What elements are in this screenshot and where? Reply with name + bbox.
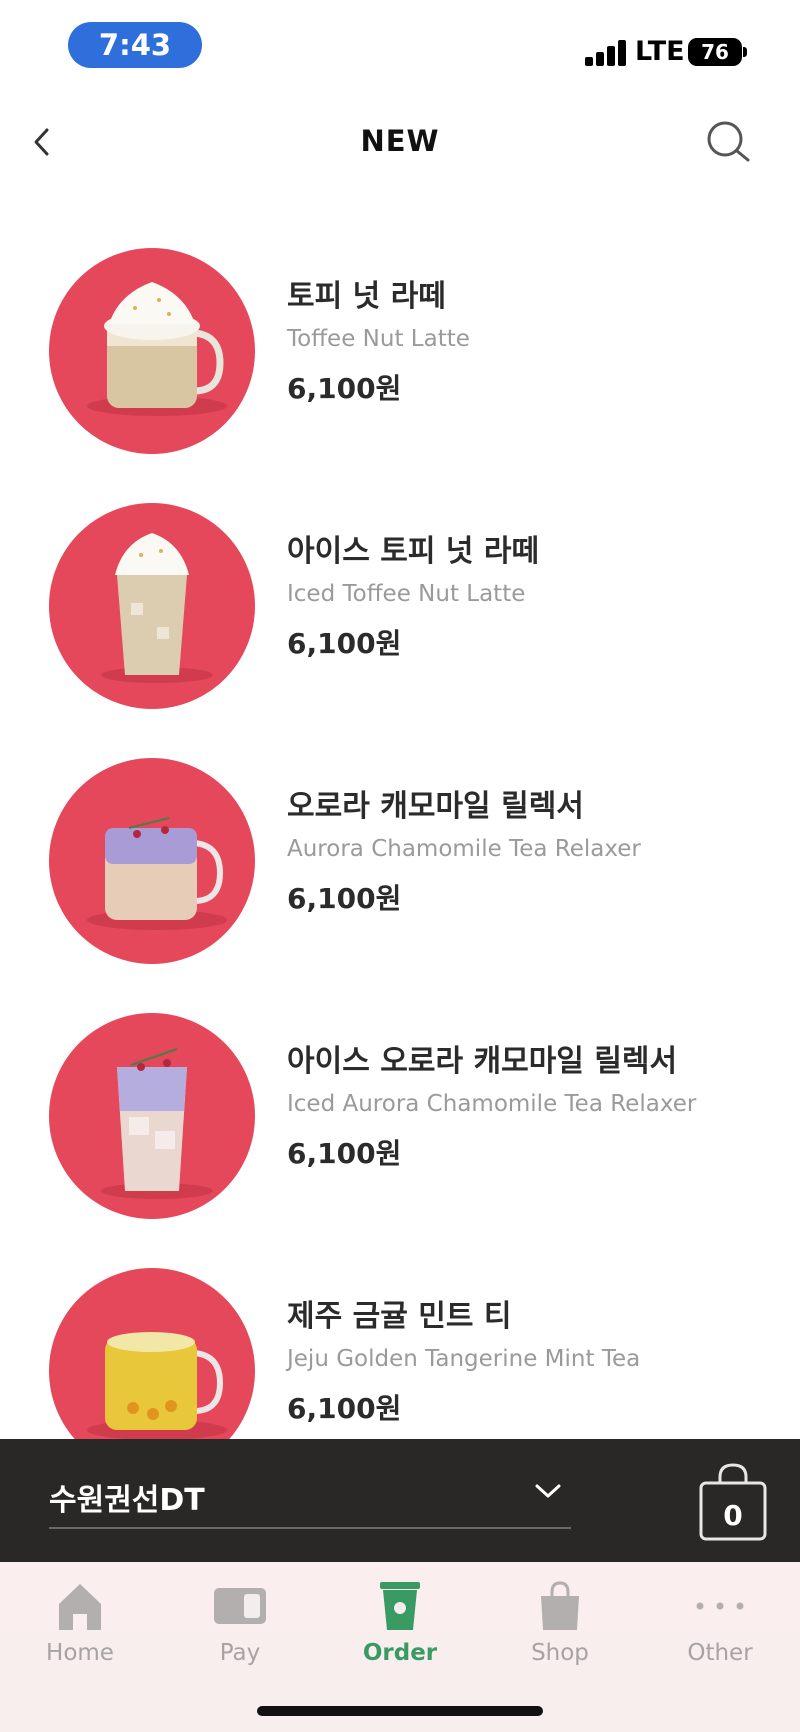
product-image: [49, 758, 255, 964]
cart-button[interactable]: 0: [698, 1463, 768, 1543]
product-name-en: Aurora Chamomile Tea Relaxer: [287, 836, 641, 862]
product-price: 6,100원: [287, 372, 402, 405]
network-type: LTE: [635, 36, 685, 67]
tab-label: Other: [687, 1640, 753, 1666]
product-price: 6,100원: [287, 1392, 402, 1425]
store-selector[interactable]: 수원권선DT: [49, 1439, 571, 1529]
product-image: [49, 248, 255, 454]
status-time: 7:43: [68, 22, 202, 68]
product-image: [49, 1013, 255, 1219]
tab-label: Home: [46, 1640, 114, 1666]
search-button[interactable]: [700, 114, 756, 170]
tab-other[interactable]: Other: [660, 1580, 780, 1690]
chevron-down-icon: [535, 1484, 561, 1498]
menu-list: 토피 넛 라떼 Toffee Nut Latte 6,100원 아이스 토피 넛…: [0, 248, 800, 1440]
nav-bar: NEW: [0, 96, 800, 188]
product-name-en: Jeju Golden Tangerine Mint Tea: [287, 1346, 641, 1372]
product-price: 6,100원: [287, 1137, 402, 1170]
product-name-ko: 아이스 토피 넛 라떼: [287, 534, 540, 569]
tab-label: Shop: [531, 1640, 589, 1666]
menu-item[interactable]: 아이스 토피 넛 라떼 Iced Toffee Nut Latte 6,100원: [0, 503, 800, 709]
product-name-ko: 토피 넛 라떼: [287, 279, 446, 314]
battery-tip: [743, 47, 747, 57]
card-icon: [214, 1588, 266, 1624]
battery-icon: 76: [688, 38, 742, 66]
home-icon: [59, 1584, 101, 1630]
tab-shop[interactable]: Shop: [500, 1580, 620, 1690]
menu-item[interactable]: 아이스 오로라 캐모마일 릴렉서 Iced Aurora Chamomile T…: [0, 1013, 800, 1219]
product-name-en: Iced Toffee Nut Latte: [287, 581, 526, 607]
product-image: [49, 503, 255, 709]
home-indicator: [257, 1706, 543, 1716]
menu-item[interactable]: 제주 금귤 민트 티 Jeju Golden Tangerine Mint Te…: [0, 1268, 800, 1440]
tab-pay[interactable]: Pay: [180, 1580, 300, 1690]
menu-item[interactable]: 토피 넛 라떼 Toffee Nut Latte 6,100원: [0, 248, 800, 454]
cup-icon: [380, 1582, 420, 1630]
store-bar: 수원권선DT 0: [0, 1439, 800, 1562]
status-bar: 7:43 LTE 76: [0, 0, 800, 96]
product-price: 6,100원: [287, 882, 402, 915]
product-name-ko: 아이스 오로라 캐모마일 릴렉서: [287, 1044, 678, 1079]
search-icon: [707, 121, 750, 162]
page-title: NEW: [360, 124, 440, 158]
tab-order[interactable]: Order: [340, 1580, 460, 1690]
signal-icon: [585, 40, 627, 66]
product-price: 6,100원: [287, 627, 402, 660]
product-name-ko: 오로라 캐모마일 릴렉서: [287, 789, 584, 824]
product-name-en: Iced Aurora Chamomile Tea Relaxer: [287, 1091, 697, 1117]
cart-count: 0: [723, 1499, 743, 1532]
product-name-ko: 제주 금귤 민트 티: [287, 1299, 512, 1334]
tab-label: Order: [362, 1640, 438, 1666]
more-icon: [696, 1602, 744, 1610]
product-name-en: Toffee Nut Latte: [287, 326, 470, 352]
store-name: 수원권선DT: [49, 1483, 205, 1518]
tab-label: Pay: [219, 1640, 261, 1666]
bag-icon: [541, 1581, 579, 1630]
product-image: [49, 1268, 255, 1440]
menu-item[interactable]: 오로라 캐모마일 릴렉서 Aurora Chamomile Tea Relaxe…: [0, 758, 800, 964]
tab-home[interactable]: Home: [20, 1580, 140, 1690]
